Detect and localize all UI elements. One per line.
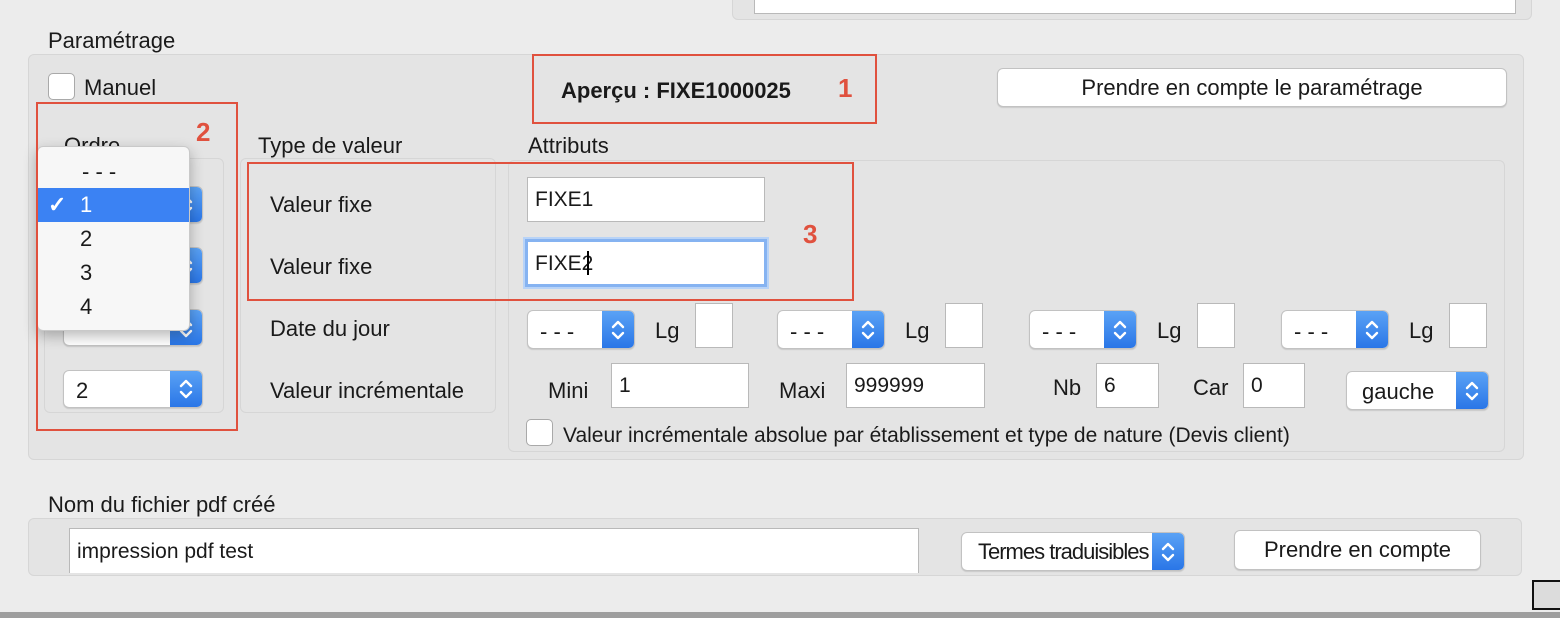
type-header: Type de valeur (258, 133, 403, 158)
terms-select[interactable]: Termes traduisibles (961, 532, 1185, 571)
manual-checkbox[interactable] (48, 73, 75, 100)
mini-input[interactable]: 1 (611, 363, 749, 408)
bottom-border (0, 612, 1560, 618)
annotation-number-3: 3 (803, 219, 818, 249)
car-label: Car (1193, 375, 1229, 400)
lg-input-4[interactable] (1449, 303, 1487, 348)
settings-section-title: Paramétrage (48, 28, 176, 53)
date-select-2[interactable]: - - - (777, 310, 885, 349)
chevron-updown-icon (1104, 311, 1136, 348)
lg-input-2[interactable] (945, 303, 983, 348)
chevron-updown-icon (852, 311, 884, 348)
apply-pdf-button[interactable]: Prendre en compte (1234, 530, 1481, 570)
annotation-box-2 (36, 102, 238, 431)
date-select-1-value: - - - (540, 319, 575, 344)
maxi-label: Maxi (779, 378, 826, 403)
resize-grip-icon[interactable] (1532, 580, 1560, 610)
date-select-4[interactable]: - - - (1281, 310, 1389, 349)
annotation-box-1 (532, 54, 877, 124)
mini-label: Mini (548, 378, 589, 403)
terms-select-value: Termes traduisibles (978, 538, 1150, 564)
date-select-3-value: - - - (1042, 319, 1077, 344)
annotation-number-2: 2 (196, 117, 211, 147)
date-select-4-value: - - - (1294, 319, 1329, 344)
lg-label-2: Lg (905, 318, 930, 343)
lg-label-1: Lg (655, 318, 680, 343)
chevron-updown-icon (1152, 533, 1184, 570)
annotation-box-3 (247, 162, 854, 301)
car-input[interactable]: 0 (1243, 363, 1305, 408)
absolute-increment-checkbox[interactable] (526, 419, 553, 446)
alignment-select-value: gauche (1362, 379, 1435, 404)
nb-label: Nb (1053, 375, 1082, 400)
type-incremental: Valeur incrémentale (270, 378, 465, 403)
pdf-section-title: Nom du fichier pdf créé (48, 492, 276, 517)
lg-input-3[interactable] (1197, 303, 1235, 348)
absolute-increment-label: Valeur incrémentale absolue par établiss… (563, 424, 1290, 447)
chevron-updown-icon (1456, 372, 1488, 409)
apply-settings-button[interactable]: Prendre en compte le paramétrage (997, 68, 1507, 107)
chevron-updown-icon (1356, 311, 1388, 348)
lg-input-1[interactable] (695, 303, 733, 348)
chevron-updown-icon (602, 311, 634, 348)
date-select-3[interactable]: - - - (1029, 310, 1137, 349)
alignment-select[interactable]: gauche (1346, 371, 1489, 410)
lg-label-3: Lg (1157, 318, 1182, 343)
type-date: Date du jour (270, 316, 390, 341)
annotation-number-1: 1 (838, 73, 853, 103)
date-select-2-value: - - - (790, 319, 825, 344)
pdf-filename-input[interactable]: impression pdf test (69, 528, 919, 573)
top-text-area[interactable] (754, 0, 1516, 14)
maxi-input[interactable]: 999999 (846, 363, 985, 408)
manual-label: Manuel (84, 75, 157, 100)
date-select-1[interactable]: - - - (527, 310, 635, 349)
nb-input[interactable]: 6 (1096, 363, 1159, 408)
lg-label-4: Lg (1409, 318, 1434, 343)
attributes-header: Attributs (528, 133, 609, 158)
